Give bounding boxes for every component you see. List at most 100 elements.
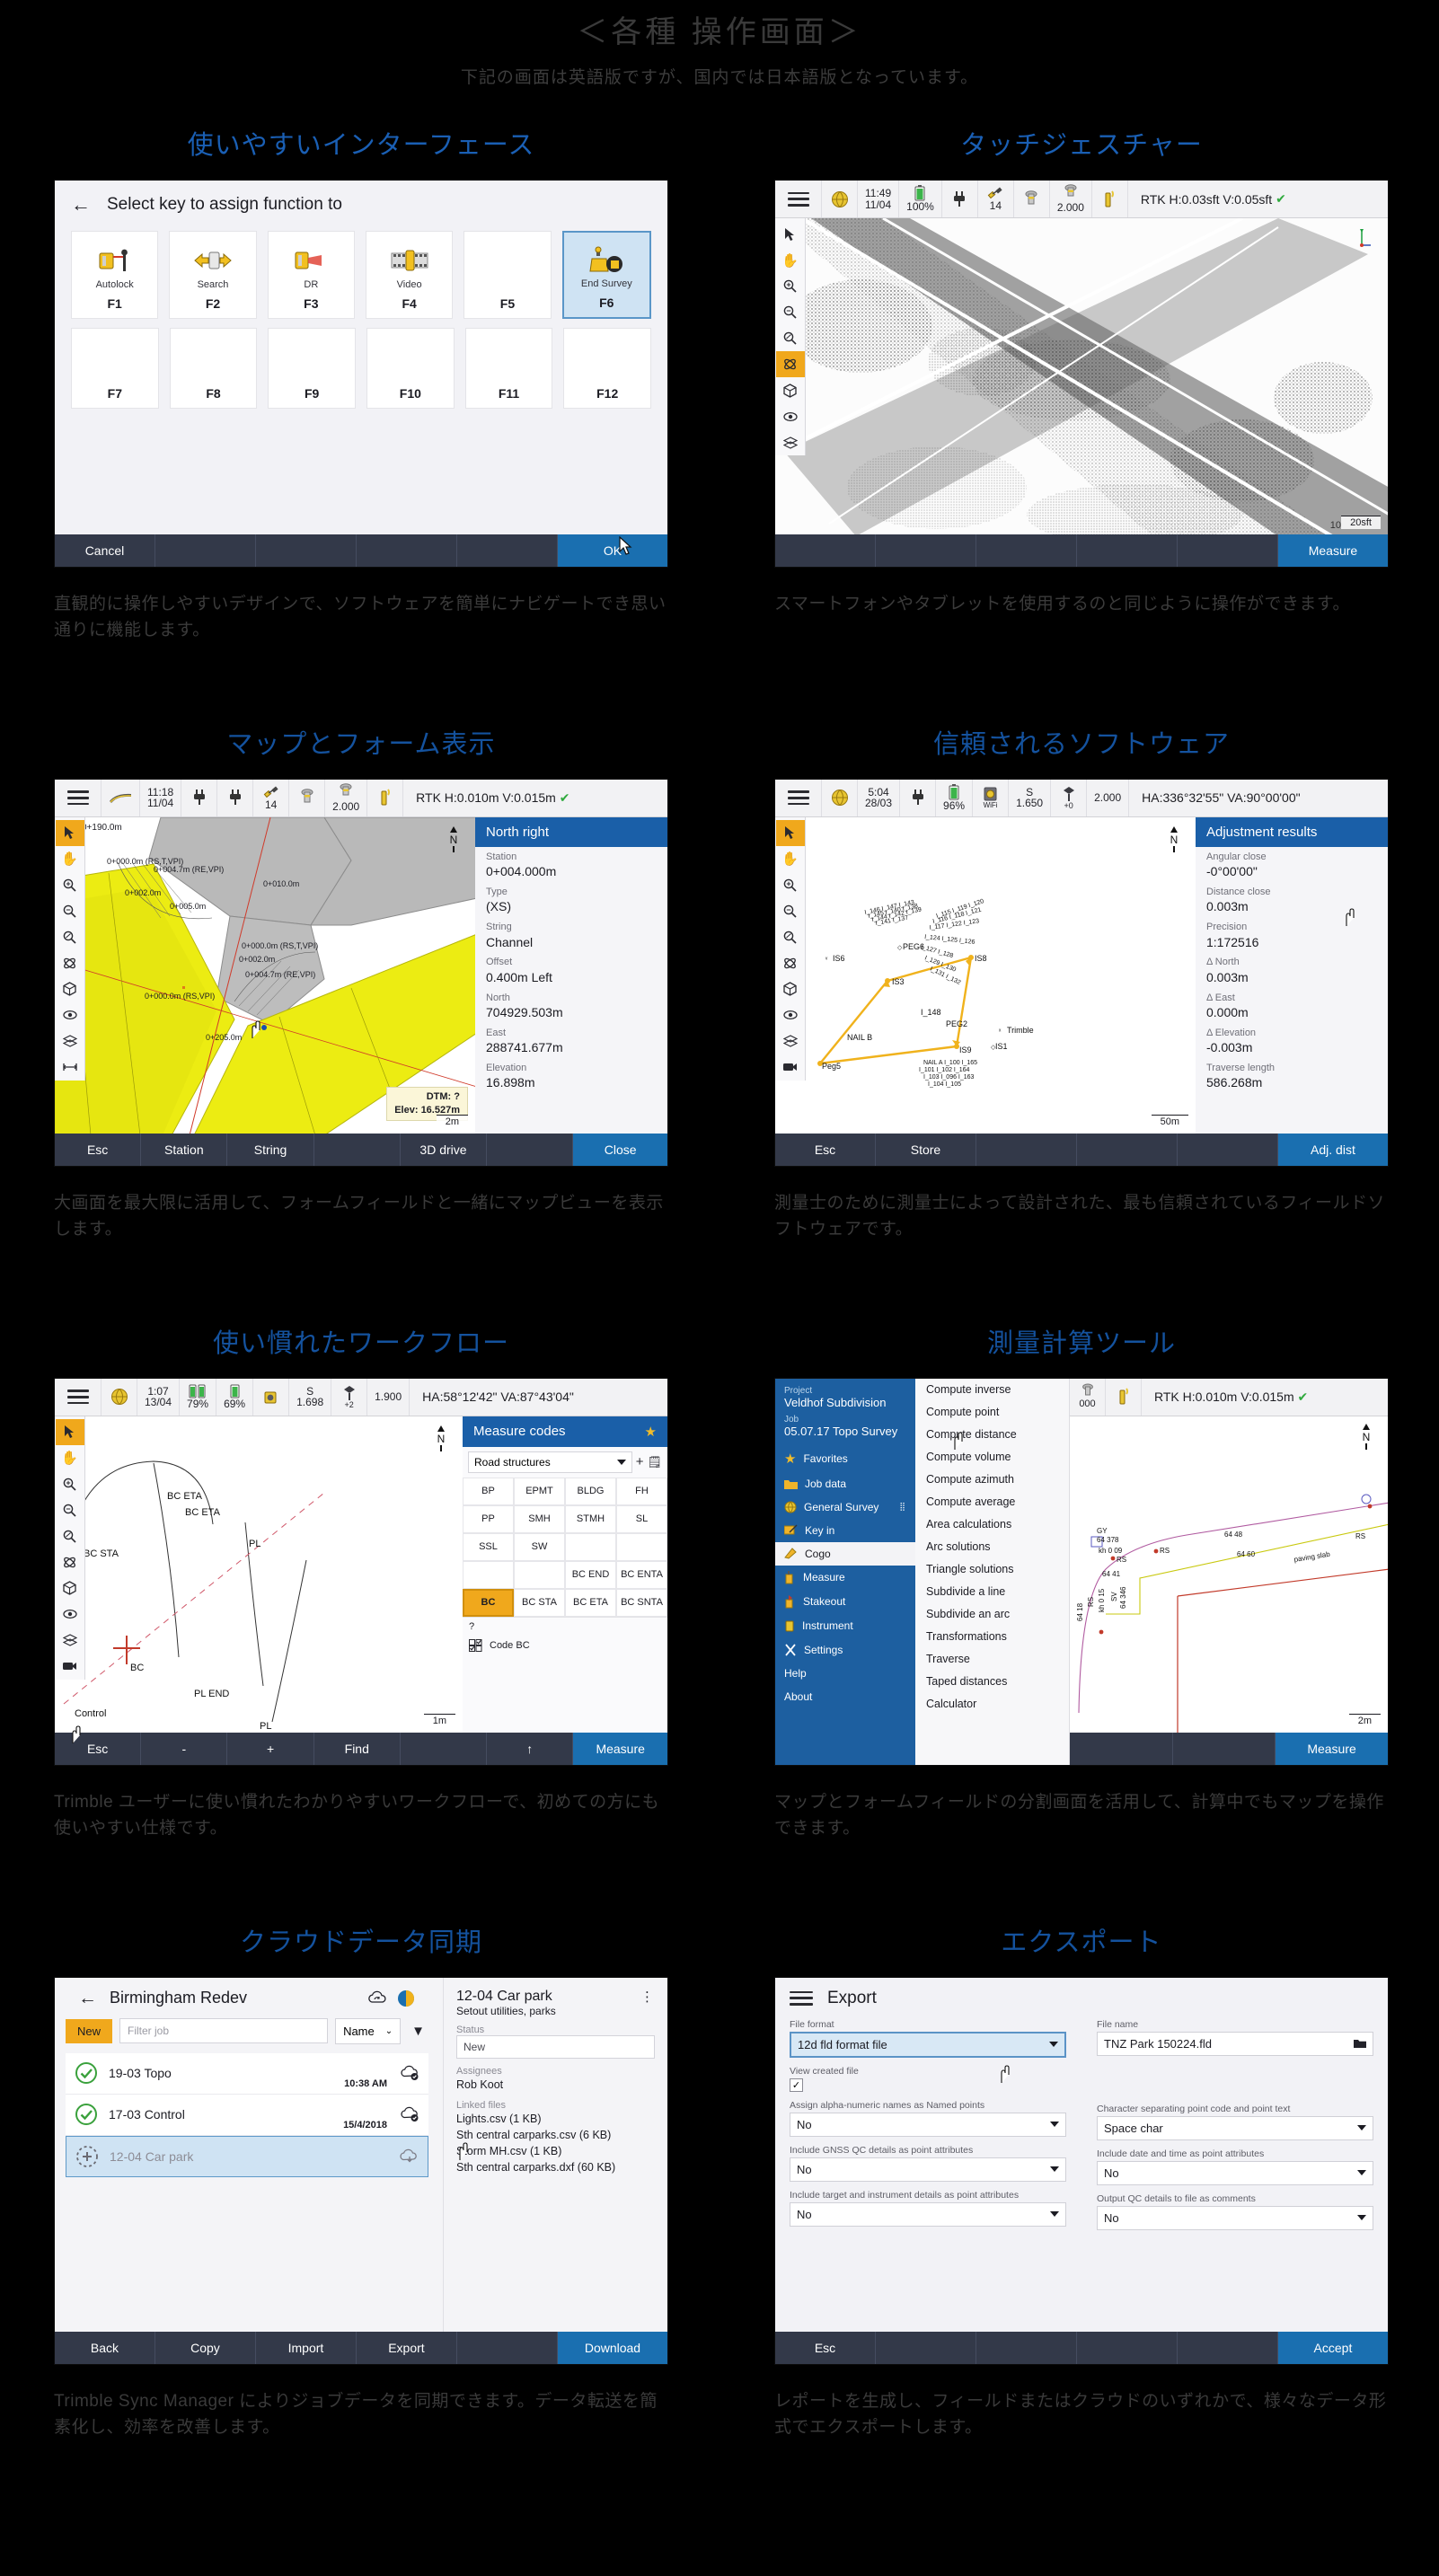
form-field-station[interactable]: Station 0+004.000m [475,847,667,882]
separator-char-select[interactable]: Space char [1097,2115,1373,2140]
nav-item-job-data[interactable]: Job data [775,1472,915,1495]
receiver-indicator[interactable]: 000 [1070,1378,1106,1416]
visibility-icon[interactable] [56,1601,84,1628]
satellite-indicator[interactable]: 14 [253,779,290,816]
menu-button[interactable] [775,181,822,217]
nav-item-settings[interactable]: Settings [775,1638,915,1662]
survey-indicator[interactable] [367,779,404,816]
nav-item-help[interactable]: Help [775,1662,915,1685]
function-key-f2[interactable]: Search F2 [169,231,257,319]
view-created-file-checkbox[interactable]: ✓ [790,2078,803,2092]
up-button[interactable]: ↑ [487,1732,574,1765]
menu-item-compute-azimuth[interactable]: Compute azimuth [915,1469,1069,1491]
function-key-f4[interactable]: Video F4 [365,231,454,319]
measure-button[interactable]: Measure [1276,1732,1388,1765]
add-code-button[interactable]: + [636,1454,644,1469]
orbit-tool-icon[interactable] [56,1549,84,1575]
nav-item-general-survey[interactable]: General Survey ⣿ [775,1495,915,1519]
function-key-f9[interactable]: F9 [268,328,357,409]
globe-indicator[interactable] [102,1378,137,1416]
menu-item-compute-point[interactable]: Compute point [915,1401,1069,1424]
form-field-elevation[interactable]: Elevation 16.898m [475,1058,667,1093]
cloud-done-icon[interactable] [400,2106,419,2122]
function-key-f6[interactable]: End Survey F6 [561,231,651,319]
folder-icon[interactable] [1354,2039,1366,2049]
measure-button[interactable]: Measure [573,1732,667,1765]
survey-indicator[interactable] [1106,1378,1142,1416]
battery-indicator-1[interactable]: 79% [180,1378,217,1416]
code-button[interactable]: SW [514,1532,565,1561]
target-height-indicator[interactable]: 2.000 [1050,181,1092,217]
function-key-f1[interactable]: Autolock F1 [71,231,159,319]
layers-icon[interactable] [56,1628,84,1654]
export-button[interactable]: Export [357,2331,457,2364]
menu-item-compute-volume[interactable]: Compute volume [915,1446,1069,1469]
cross-section-icon[interactable] [56,1054,84,1081]
code-button-empty[interactable] [463,1560,514,1589]
menu-item-calculator[interactable]: Calculator [915,1693,1069,1716]
battery-indicator[interactable]: 100% [899,181,942,217]
zoom-out-icon[interactable] [776,299,805,325]
plus-button[interactable]: + [227,1732,314,1765]
nav-item-instrument[interactable]: Instrument [775,1614,915,1638]
form-field-string[interactable]: String Channel [475,917,667,952]
function-key-f12[interactable]: F12 [563,328,652,409]
menu-item-arc-solutions[interactable]: Arc solutions [915,1536,1069,1558]
job-list-item-car-park[interactable]: 12-04 Car park [66,2135,428,2177]
receiver-indicator[interactable] [1014,181,1050,217]
filter-job-input[interactable]: Filter job [119,2018,329,2044]
point-cloud-view[interactable]: 10 20sft [775,218,1388,534]
zoom-extents-icon[interactable] [56,1523,84,1549]
string-button[interactable]: String [227,1133,314,1166]
globe-indicator[interactable] [822,181,858,217]
code-button[interactable]: SMH [514,1504,565,1533]
hamburger-icon[interactable] [790,1990,813,2006]
target-indicator[interactable]: +0 [1051,779,1088,816]
nav-item-key-in[interactable]: Key in [775,1519,915,1542]
orbit-tool-icon[interactable] [776,950,805,976]
cube-view-icon[interactable] [776,377,805,403]
accept-button[interactable]: Accept [1277,2331,1388,2364]
zoom-in-icon[interactable] [776,872,805,898]
instrument-indicator[interactable]: WiFi [973,779,1010,816]
zoom-extents-icon[interactable] [56,924,84,950]
orbit-tool-icon[interactable] [56,950,84,976]
menu-item-compute-average[interactable]: Compute average [915,1491,1069,1513]
menu-item-traverse[interactable]: Traverse [915,1648,1069,1671]
job-list-item-control[interactable]: 17-03 Control 15/4/2018 [66,2094,428,2136]
road-map-view[interactable]: 0+190.0m 0+000.0m (RS,T,VPI) 0+004.7m (R… [55,816,475,1134]
code-button[interactable]: BC STA [514,1588,565,1617]
nav-item-about[interactable]: About [775,1685,915,1708]
zoom-in-icon[interactable] [56,1471,84,1497]
battery-indicator[interactable]: 96% [936,779,974,816]
code-button-selected[interactable]: BC [463,1588,514,1617]
target-instrument-select[interactable]: No [790,2201,1066,2227]
cube-view-icon[interactable] [56,976,84,1002]
layers-icon[interactable] [776,1028,805,1054]
esc-button[interactable]: Esc [775,1133,876,1166]
pan-tool-icon[interactable]: ✋ [56,1445,84,1471]
menu-item-compute-inverse[interactable]: Compute inverse [915,1379,1069,1401]
code-button[interactable]: FH [616,1477,667,1505]
code-button[interactable]: EPMT [514,1477,565,1505]
file-name-input[interactable]: TNZ Park 150224.fld [1097,2031,1373,2056]
form-field-type[interactable]: Type (XS) [475,882,667,917]
code-button-empty[interactable] [616,1532,667,1561]
nav-item-favorites[interactable]: ★ Favorites [775,1445,915,1472]
more-options-icon[interactable]: ⋮ [640,1989,655,2005]
function-key-f10[interactable]: F10 [366,328,455,409]
code-button[interactable]: BC ETA [565,1588,616,1617]
video-tool-icon[interactable] [56,1654,84,1680]
cloud-download-icon[interactable] [399,2148,419,2165]
adj-dist-button[interactable]: Adj. dist [1277,1133,1388,1166]
code-button[interactable]: BC ENTA [616,1560,667,1589]
multi-select-icon[interactable] [469,1638,483,1652]
code-button[interactable]: PP [463,1504,514,1533]
select-tool-icon[interactable] [55,1418,84,1445]
favorite-star-icon[interactable]: ★ [645,1424,657,1440]
menu-button[interactable] [55,1378,102,1416]
menu-item-subdivide-a-line[interactable]: Subdivide a line [915,1581,1069,1603]
select-tool-icon[interactable] [55,819,84,846]
store-button[interactable]: Store [876,1133,976,1166]
funnel-icon[interactable]: ▼ [408,2024,428,2039]
